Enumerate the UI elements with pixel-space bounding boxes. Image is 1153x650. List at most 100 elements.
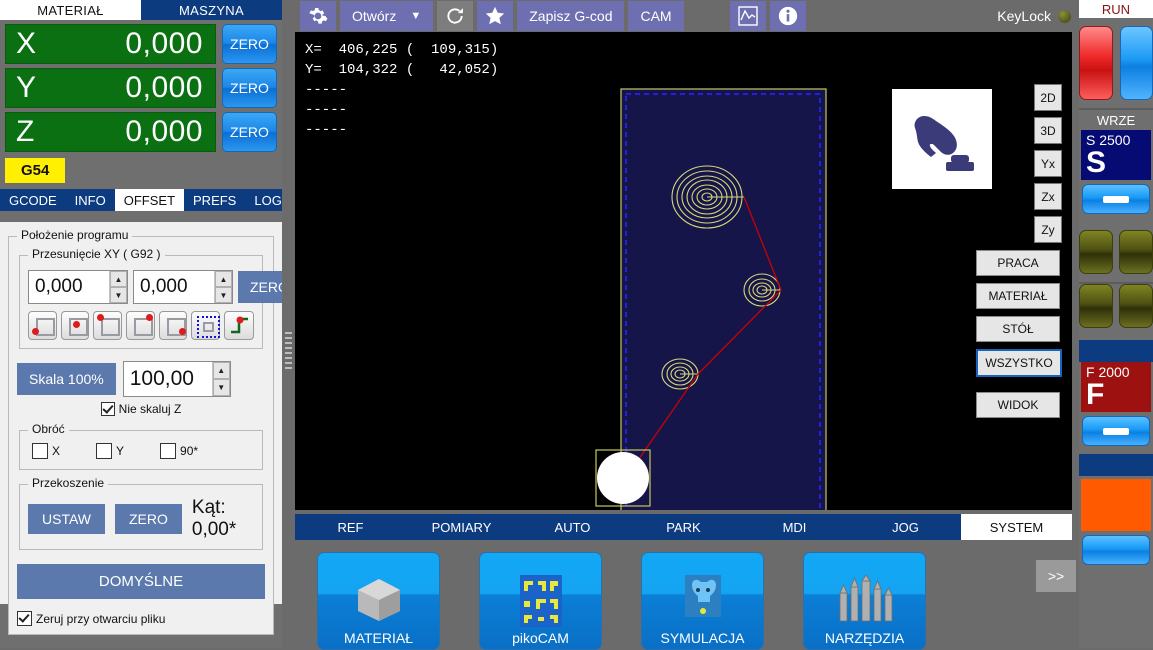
material-machine-tabs: MATERIAŁ MASZYNA (0, 0, 282, 20)
no-scale-z-checkbox[interactable]: Nie skaluj Z (101, 402, 182, 416)
skew-set-button[interactable]: USTAW (28, 504, 105, 534)
offset-y-down[interactable]: ▼ (215, 287, 232, 303)
feed-decrease-button[interactable] (1082, 416, 1150, 446)
tab-auto[interactable]: AUTO (517, 514, 628, 540)
tab-machine[interactable]: MASZYNA (141, 0, 282, 20)
tile-material[interactable]: MATERIAŁ (317, 552, 440, 650)
tab-park[interactable]: PARK (628, 514, 739, 540)
run-start-button[interactable] (1120, 26, 1153, 100)
tab-ref[interactable]: REF (295, 514, 406, 540)
offset-x-input[interactable] (29, 271, 109, 303)
offset-x-stepper[interactable]: ▲▼ (28, 270, 128, 304)
aux-button-2[interactable] (1119, 230, 1153, 274)
offset-x-arrows[interactable]: ▲▼ (109, 271, 127, 303)
scale-down[interactable]: ▼ (213, 379, 230, 396)
tab-jog[interactable]: JOG (850, 514, 961, 540)
tab-mdi[interactable]: MDI (739, 514, 850, 540)
tile-narzedzia-label: NARZĘDZIA (804, 630, 925, 646)
dro-x[interactable]: X 0,000 (5, 24, 216, 64)
origin-bottom-right-icon[interactable] (159, 311, 188, 340)
aux-button-4[interactable] (1119, 284, 1153, 328)
origin-top-right-icon[interactable] (126, 311, 155, 340)
view-widok-button[interactable]: WIDOK (976, 392, 1060, 418)
more-tiles-button[interactable]: >> (1036, 560, 1076, 592)
origin-center-icon[interactable] (61, 311, 90, 340)
view-zx-button[interactable]: Zx (1034, 183, 1062, 210)
open-button[interactable]: Otwórz ▼ (340, 1, 433, 31)
view-2d-button[interactable]: 2D (1034, 84, 1062, 111)
spindle-decrease-button[interactable] (1082, 184, 1150, 214)
tile-narzedzia[interactable]: NARZĘDZIA (803, 552, 926, 650)
scale-arrows[interactable]: ▲▼ (212, 362, 230, 396)
view-praca-label: PRACA (997, 256, 1038, 270)
tile-pikocam[interactable]: pikoCAM (479, 552, 602, 650)
feed-readout[interactable]: F 2000 F (1081, 362, 1151, 412)
tab-material[interactable]: MATERIAŁ (0, 0, 141, 20)
subtab-prefs[interactable]: PREFS (184, 189, 245, 211)
rotate-x-checkbox[interactable]: X (32, 443, 60, 459)
view-wszystko-button[interactable]: WSZYSTKO (976, 349, 1062, 377)
tile-symulacja[interactable]: SYMULACJA (641, 552, 764, 650)
aux-button-1[interactable] (1079, 230, 1113, 274)
view-material-button[interactable]: MATERIAŁ (976, 283, 1060, 309)
splitter-grip[interactable] (285, 332, 292, 370)
spindle-readout[interactable]: S 2500 S (1081, 130, 1151, 180)
origin-corner-path-icon[interactable] (224, 311, 254, 340)
offset-x-down[interactable]: ▼ (110, 287, 127, 303)
chevron-down-icon[interactable]: ▼ (410, 10, 421, 22)
view-yx-button[interactable]: Yx (1034, 150, 1062, 177)
view-stol-button[interactable]: STÓŁ (976, 316, 1060, 342)
scale-button[interactable]: Skala 100% (17, 363, 116, 395)
subtab-offset[interactable]: OFFSET (115, 189, 184, 211)
rotate-y-checkbox[interactable]: Y (96, 443, 124, 459)
offset-y-stepper[interactable]: ▲▼ (133, 270, 233, 304)
defaults-button[interactable]: DOMYŚLNE (17, 564, 265, 599)
chart-button[interactable] (730, 1, 766, 31)
override-indicator[interactable] (1081, 479, 1151, 531)
rotate-90-checkbox[interactable]: 90* (160, 443, 198, 459)
estop-button[interactable] (1079, 26, 1113, 100)
view-zy-button[interactable]: Zy (1034, 216, 1062, 243)
zero-y-button[interactable]: ZERO (222, 68, 277, 108)
skew-angle-value: Kąt: 0,00* (192, 497, 254, 541)
origin-top-left-icon[interactable] (93, 311, 122, 340)
view-widok-label: WIDOK (998, 398, 1039, 412)
offset-y-input[interactable] (134, 271, 214, 303)
skew-zero-button[interactable]: ZERO (115, 504, 182, 534)
view-3d-button[interactable]: 3D (1034, 117, 1062, 144)
reload-button[interactable] (437, 1, 473, 31)
offset-y-up[interactable]: ▲ (215, 271, 232, 287)
subtab-gcode[interactable]: GCODE (0, 189, 66, 211)
zero-x-button[interactable]: ZERO (222, 24, 277, 64)
origin-fit-selection-icon[interactable] (191, 311, 220, 340)
subtab-offset-label: OFFSET (124, 193, 175, 208)
info-button[interactable] (770, 1, 806, 31)
subtab-info[interactable]: INFO (66, 189, 115, 211)
scale-stepper[interactable]: ▲▼ (123, 361, 231, 397)
zero-z-button[interactable]: ZERO (222, 112, 277, 152)
tile-material-label: MATERIAŁ (318, 630, 439, 646)
offset-y-arrows[interactable]: ▲▼ (214, 271, 232, 303)
wcs-badge[interactable]: G54 (5, 158, 65, 183)
tab-system[interactable]: SYSTEM (961, 514, 1072, 540)
save-gcode-button[interactable]: Zapisz G-cod (517, 1, 624, 31)
offset-x-up[interactable]: ▲ (110, 271, 127, 287)
panel-splitter[interactable] (282, 0, 295, 648)
aux-button-3[interactable] (1079, 284, 1113, 328)
scale-up[interactable]: ▲ (213, 362, 230, 379)
cam-button[interactable]: CAM (628, 1, 683, 31)
settings-button[interactable] (300, 1, 336, 31)
favorite-button[interactable] (477, 1, 513, 31)
origin-bottom-left-icon[interactable] (28, 311, 57, 340)
view-praca-button[interactable]: PRACA (976, 250, 1060, 276)
rotate-x-box (32, 443, 48, 459)
keylock-indicator[interactable]: KeyLock (997, 8, 1071, 24)
zero-on-open-checkbox[interactable]: Zeruj przy otwarciu pliku (17, 611, 265, 626)
toolpath-viewport[interactable]: X= 406,225 ( 109,315) Y= 104,322 ( 42,05… (295, 32, 1072, 510)
dro-z[interactable]: Z 0,000 (5, 112, 216, 152)
dro-y[interactable]: Y 0,000 (5, 68, 216, 108)
override-button[interactable] (1082, 535, 1150, 565)
hand-pointer-panel[interactable] (892, 89, 992, 189)
tab-pomiary[interactable]: POMIARY (406, 514, 517, 540)
scale-input[interactable] (124, 362, 212, 396)
